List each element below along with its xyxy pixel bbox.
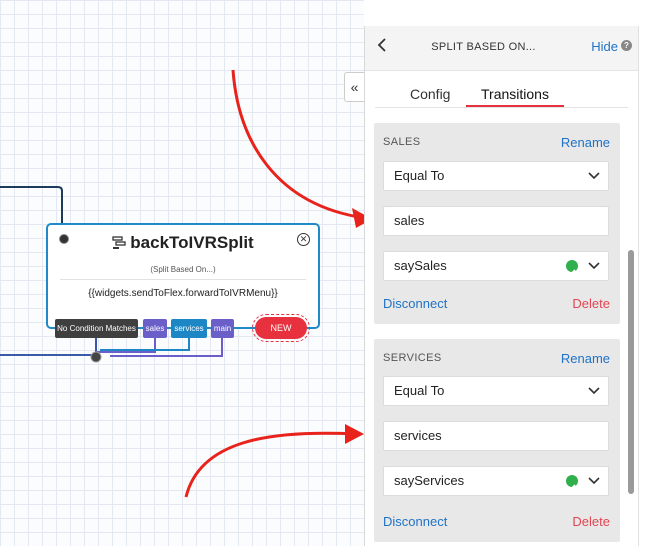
delete-link[interactable]: Delete xyxy=(572,296,610,311)
rename-button[interactable]: Rename xyxy=(561,135,610,150)
disconnect-link[interactable]: Disconnect xyxy=(383,514,447,529)
widget-title: backToIVRSplit xyxy=(48,233,318,255)
transition-card-services: SERVICES Rename Equal To services saySer… xyxy=(374,339,620,542)
widget-name: backToIVRSplit xyxy=(130,233,254,252)
chevron-left-icon[interactable] xyxy=(377,38,387,57)
target-widget-select[interactable]: sayServices xyxy=(383,466,609,496)
panel-header: SPLIT BASED ON... Hide ? xyxy=(365,26,638,71)
chevron-down-icon xyxy=(588,377,600,415)
collapse-panel-button[interactable]: « xyxy=(344,72,364,102)
chevron-down-icon xyxy=(588,467,600,505)
transition-main[interactable]: main xyxy=(211,319,234,338)
new-transition-button[interactable]: NEW xyxy=(252,314,310,342)
hide-button[interactable]: Hide xyxy=(591,39,618,54)
value-text: sales xyxy=(394,213,425,228)
transition-card-sales: SALES Rename Equal To sales saySales Dis… xyxy=(374,123,620,324)
operator-select[interactable]: Equal To xyxy=(383,161,609,191)
chevron-down-icon xyxy=(588,252,600,290)
services-connector xyxy=(100,337,190,351)
close-circle-icon[interactable]: ✕ xyxy=(297,233,310,246)
output-dot xyxy=(90,351,102,363)
annotation-arrowhead-bottom xyxy=(345,424,364,444)
main-connector xyxy=(110,337,223,357)
check-circle-icon xyxy=(566,475,578,491)
widget-divider xyxy=(60,279,306,280)
widget-expression: {{widgets.sendToFlex.forwardToIVRMenu}} xyxy=(88,288,278,299)
no-match-connector xyxy=(0,337,97,356)
target-value: sayServices xyxy=(394,473,465,488)
value-text: services xyxy=(394,428,442,443)
value-input[interactable]: services xyxy=(383,421,609,451)
panel-scrollbar[interactable] xyxy=(628,250,634,494)
active-tab-indicator xyxy=(466,105,564,107)
delete-link[interactable]: Delete xyxy=(572,514,610,529)
operator-select[interactable]: Equal To xyxy=(383,376,609,406)
transition-services[interactable]: services xyxy=(171,319,207,338)
check-circle-icon xyxy=(566,260,578,276)
card-label: SALES xyxy=(383,136,421,148)
card-label: SERVICES xyxy=(383,352,442,364)
widget-config-panel: SPLIT BASED ON... Hide ? Config Transiti… xyxy=(364,26,639,546)
widget-type-label: (Split Based On...) xyxy=(150,265,216,274)
tab-transitions[interactable]: Transitions xyxy=(481,86,549,102)
panel-title: SPLIT BASED ON... xyxy=(431,41,536,53)
rename-button[interactable]: Rename xyxy=(561,351,610,366)
panel-tabs: Config Transitions xyxy=(375,70,628,108)
split-icon xyxy=(112,235,126,255)
transition-no-condition-matches[interactable]: No Condition Matches xyxy=(55,319,138,338)
annotation-arrow-bottom xyxy=(184,431,357,498)
value-input[interactable]: sales xyxy=(383,206,609,236)
split-widget-node[interactable]: backToIVRSplit ✕ (Split Based On...) {{w… xyxy=(46,223,320,329)
help-icon[interactable]: ? xyxy=(621,40,632,51)
disconnect-link[interactable]: Disconnect xyxy=(383,296,447,311)
operator-value: Equal To xyxy=(394,383,445,398)
operator-value: Equal To xyxy=(394,168,445,183)
target-widget-select[interactable]: saySales xyxy=(383,251,609,281)
tab-config[interactable]: Config xyxy=(410,86,450,102)
transition-sales[interactable]: sales xyxy=(143,319,167,338)
chevron-down-icon xyxy=(588,162,600,200)
target-value: saySales xyxy=(394,258,447,273)
